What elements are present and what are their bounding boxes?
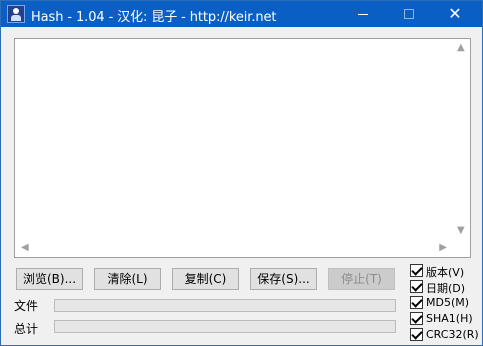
total-progress-label: 总计 xyxy=(14,322,39,336)
date-checkbox[interactable] xyxy=(410,280,423,293)
date-label: 日期(D) xyxy=(426,282,466,295)
browse-button[interactable]: 浏览(B)... xyxy=(16,268,83,290)
version-label: 版本(V) xyxy=(426,266,465,279)
minimize-icon xyxy=(358,14,368,15)
hash-output-area[interactable]: ▲ ▼ ◀ ▶ xyxy=(14,38,471,258)
close-icon: ✕ xyxy=(448,4,462,23)
scroll-down-icon[interactable]: ▼ xyxy=(457,226,465,236)
scroll-up-icon[interactable]: ▲ xyxy=(457,43,465,53)
window-title: Hash - 1.04 - 汉化: 昆子 - http://keir.net xyxy=(31,10,277,25)
scroll-left-icon[interactable]: ◀ xyxy=(21,243,29,253)
maximize-icon xyxy=(404,9,414,19)
save-button[interactable]: 保存(S)... xyxy=(250,268,317,290)
copy-button[interactable]: 复制(C) xyxy=(172,268,239,290)
total-progress-bar xyxy=(54,320,396,333)
title-bar[interactable]: Hash - 1.04 - 汉化: 昆子 - http://keir.net ✕ xyxy=(1,1,482,27)
app-icon[interactable] xyxy=(7,5,25,23)
scroll-right-icon[interactable]: ▶ xyxy=(439,243,447,253)
maximize-button xyxy=(386,1,432,27)
stop-button: 停止(T) xyxy=(328,268,395,290)
file-progress-label: 文件 xyxy=(14,299,39,313)
md5-label: MD5(M) xyxy=(426,296,470,309)
hash-window: Hash - 1.04 - 汉化: 昆子 - http://keir.net ✕… xyxy=(0,0,483,346)
file-progress-bar xyxy=(54,299,396,312)
vertical-scrollbar[interactable]: ▲ ▼ xyxy=(453,39,470,240)
clear-button[interactable]: 清除(L) xyxy=(94,268,161,290)
close-button[interactable]: ✕ xyxy=(432,1,478,27)
sha1-label: SHA1(H) xyxy=(426,312,473,325)
version-checkbox[interactable] xyxy=(410,264,423,277)
crc32-label: CRC32(R) xyxy=(426,328,479,341)
sha1-checkbox[interactable] xyxy=(410,312,423,325)
horizontal-scrollbar[interactable]: ◀ ▶ xyxy=(15,240,453,257)
md5-checkbox[interactable] xyxy=(410,296,423,309)
crc32-checkbox[interactable] xyxy=(410,328,423,341)
minimize-button[interactable] xyxy=(340,1,386,27)
